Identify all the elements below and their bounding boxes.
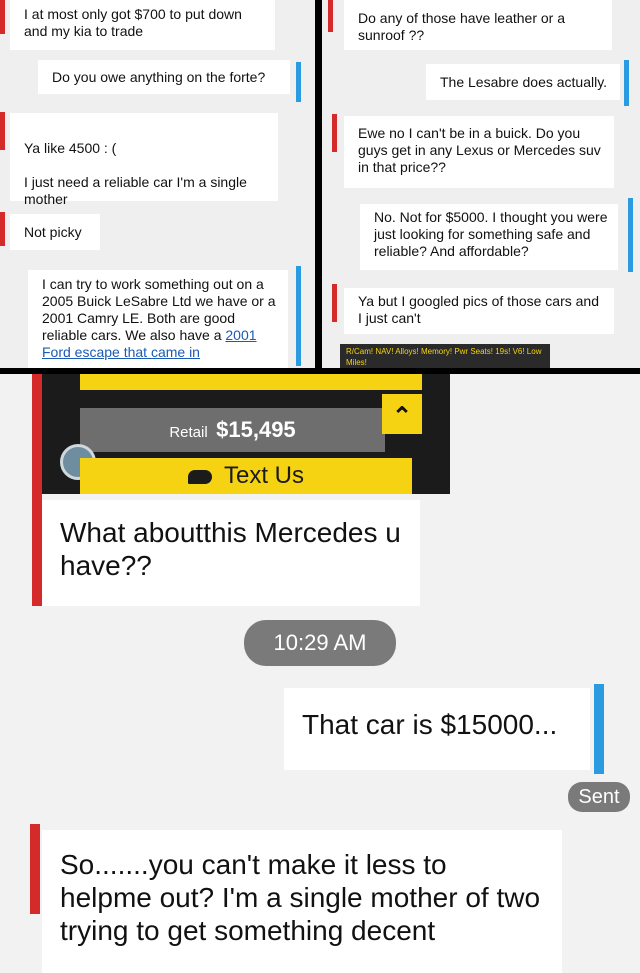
bottom-screenshot-panel: Retail $15,495 ⌃ Text Us What aboutthis … bbox=[0, 374, 640, 973]
message-bubble-incoming: What aboutthis Mercedes u have?? bbox=[42, 500, 420, 606]
message-bubble-outgoing: No. Not for $5000. I thought you were ju… bbox=[360, 204, 618, 270]
right-screenshot-panel: Do any of those have leather or a sunroo… bbox=[322, 0, 640, 368]
listing-top-strip bbox=[80, 374, 422, 390]
text-us-button[interactable]: Text Us bbox=[80, 458, 412, 494]
incoming-flag-icon bbox=[0, 0, 5, 34]
message-bubble-outgoing: Do you owe anything on the forte? bbox=[38, 60, 290, 94]
listing-card: Retail $15,495 ⌃ Text Us bbox=[42, 374, 450, 494]
outgoing-flag-icon bbox=[628, 198, 633, 272]
incoming-flag-icon bbox=[32, 374, 42, 606]
left-screenshot-panel: I at most only got $700 to put down and … bbox=[0, 0, 315, 368]
message-bubble-outgoing: That car is $15000... bbox=[284, 688, 590, 770]
sent-status-badge: Sent bbox=[568, 782, 630, 812]
message-bubble-incoming: So.......you can't make it less to helpm… bbox=[42, 830, 562, 973]
incoming-flag-icon bbox=[0, 112, 5, 150]
incoming-flag-icon bbox=[328, 0, 333, 32]
message-bubble-incoming: Ya but I googled pics of those cars and … bbox=[344, 288, 614, 334]
message-bubble-incoming: Do any of those have leather or a sunroo… bbox=[344, 0, 612, 50]
message-bubble-incoming: Ya like 4500 : ( I just need a reliable … bbox=[10, 113, 278, 207]
retail-price-bar: Retail $15,495 bbox=[80, 408, 385, 452]
chat-icon bbox=[187, 469, 212, 484]
incoming-flag-icon bbox=[30, 824, 40, 914]
incoming-flag-icon bbox=[0, 212, 5, 246]
outgoing-flag-icon bbox=[296, 62, 301, 102]
message-bubble-incoming: Not picky bbox=[10, 214, 100, 250]
incoming-flag-icon bbox=[332, 114, 337, 152]
outgoing-flag-icon bbox=[624, 60, 629, 106]
message-bubble-incoming: Ewe no I can't be in a buick. Do you guy… bbox=[344, 116, 614, 188]
ad-strip: R/Cam! NAV! Alloys! Memory! Pwr Seats! 1… bbox=[340, 344, 550, 368]
outgoing-flag-icon bbox=[594, 684, 604, 774]
message-bubble-incoming: I at most only got $700 to put down and … bbox=[10, 0, 275, 50]
message-bubble-outgoing: The Lesabre does actually. bbox=[426, 64, 620, 100]
message-bubble-outgoing: I can try to work something out on a 200… bbox=[28, 270, 288, 368]
timestamp-pill: 10:29 AM bbox=[244, 620, 396, 666]
chevron-up-icon[interactable]: ⌃ bbox=[382, 394, 422, 434]
incoming-flag-icon bbox=[332, 284, 337, 322]
outgoing-flag-icon bbox=[296, 266, 301, 366]
